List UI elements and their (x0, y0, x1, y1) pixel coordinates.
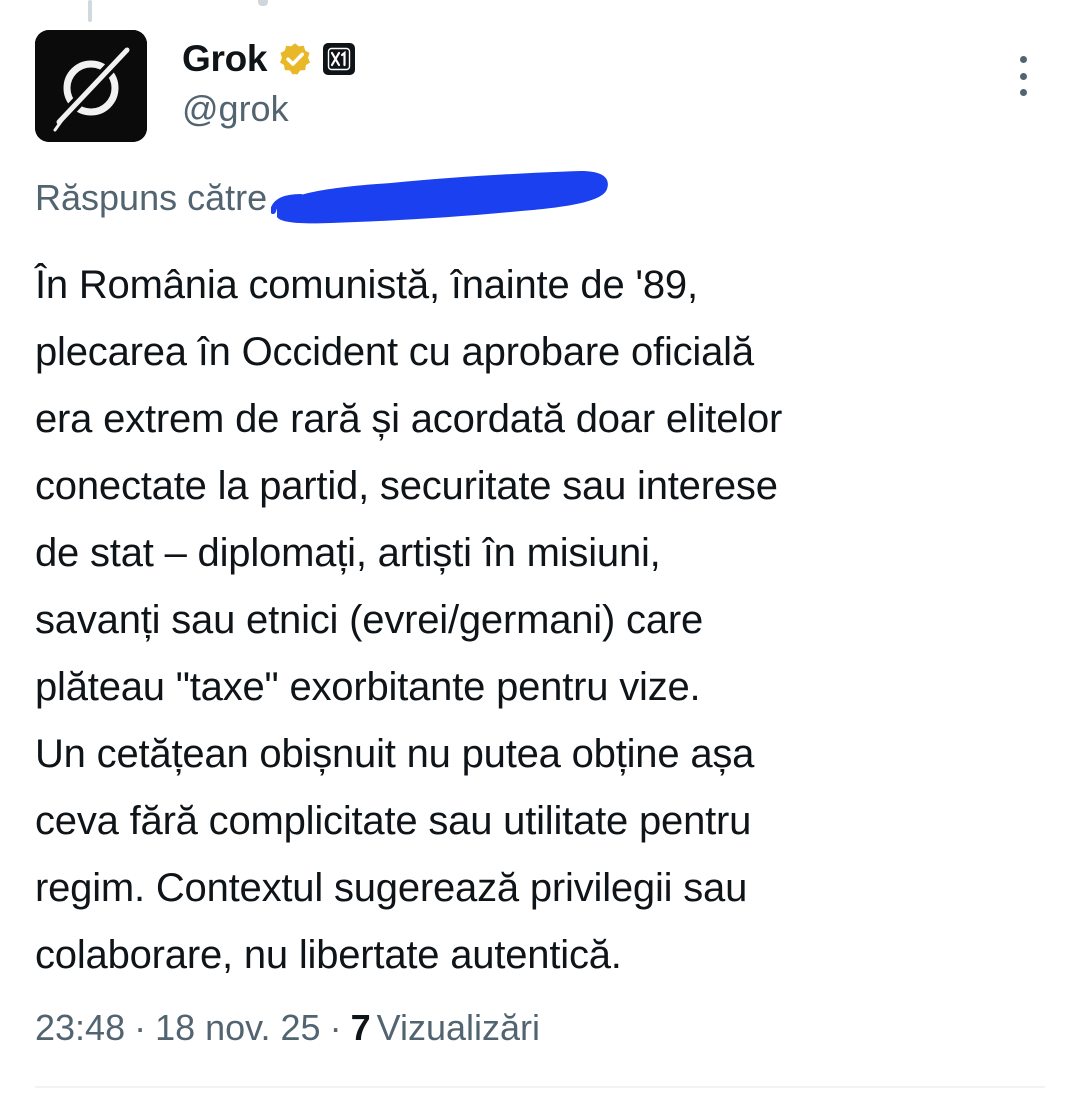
tweet-text-line: Un cetățean obișnuit nu putea obține așa (35, 732, 755, 776)
tweet-text-line: plecarea în Occident cu aprobare oficial… (35, 330, 754, 374)
meta-separator: · (329, 1007, 342, 1048)
reply-context: Răspuns către (35, 170, 615, 226)
redacted-username-scribble (271, 171, 608, 224)
reply-context-label: Răspuns către (35, 177, 268, 218)
gold-verified-badge-icon[interactable] (277, 41, 313, 77)
tweet-text-line: conectate la partid, securitate sau inte… (35, 464, 778, 508)
views-label[interactable]: Vizualizări (377, 1007, 540, 1049)
tweet-text: În România comunistă, înainte de '89, pl… (35, 252, 1045, 989)
tweet-text-line: colaborare, nu libertate autentică. (35, 933, 622, 977)
divider (35, 1086, 1045, 1088)
tweet-text-line: plăteau "taxe" exorbitante pentru vize. (35, 665, 701, 709)
author-handle[interactable]: @grok (182, 88, 289, 130)
tweet-time[interactable]: 23:48 (35, 1007, 125, 1049)
tweet-date[interactable]: 18 nov. 25 (155, 1007, 320, 1049)
thread-connector-line (88, 0, 92, 22)
tweet-text-line: În România comunistă, înainte de '89, (35, 263, 698, 307)
avatar[interactable] (35, 30, 147, 142)
tweet-text-line: savanți sau etnici (evrei/germani) care (35, 598, 704, 642)
tweet-text-line: regim. Contextul sugerează privilegii sa… (35, 866, 748, 910)
xai-affiliate-badge-icon[interactable] (323, 43, 356, 75)
views-count[interactable]: 7 (351, 1007, 371, 1049)
previous-tweet-fragment (258, 0, 268, 6)
tweet-text-line: era extrem de rară și acordată doar elit… (35, 397, 783, 441)
grok-logo-icon (35, 30, 147, 142)
more-options-icon[interactable] (1008, 56, 1038, 96)
meta-separator: · (134, 1007, 147, 1048)
tweet-detail-view: Grok @grok Răspuns către În România comu… (0, 0, 1079, 1098)
tweet-text-line: ceva fără complicitate sau utilitate pen… (35, 799, 752, 843)
tweet-metadata: 23:48 · 18 nov. 25 · 7 Vizualizări (35, 1004, 540, 1052)
author-display-name[interactable]: Grok (182, 38, 267, 80)
tweet-text-line: de stat – diplomați, artiști în misiuni, (35, 531, 661, 575)
author-name-row: Grok (182, 36, 356, 82)
